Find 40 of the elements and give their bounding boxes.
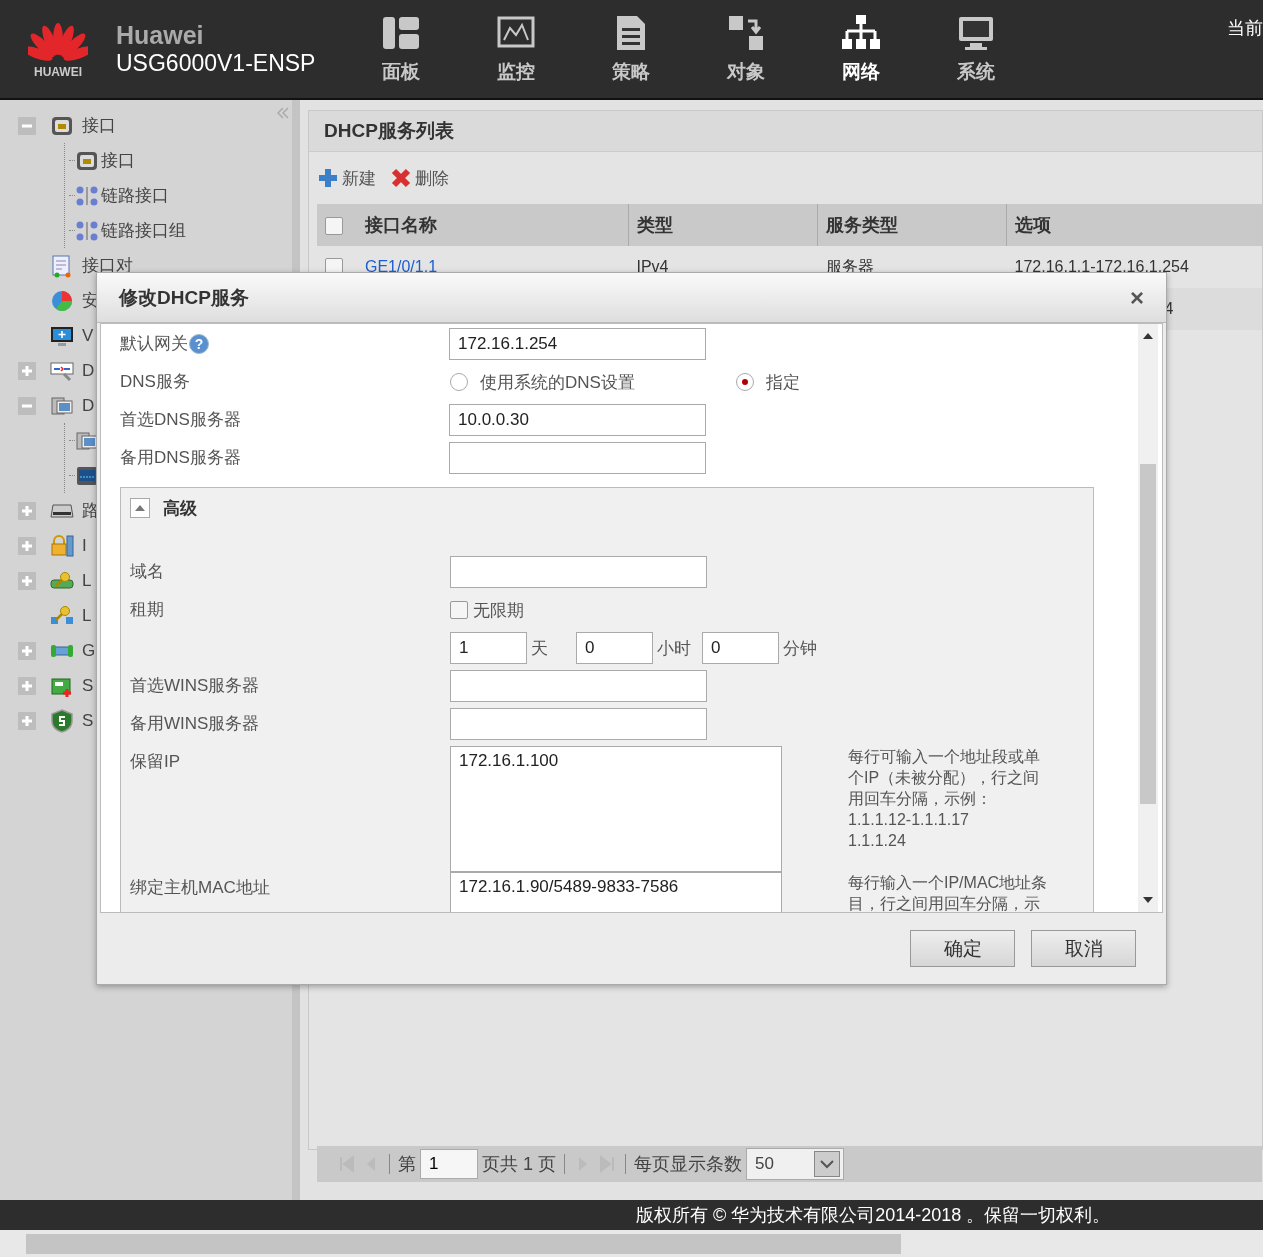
table-cell: 172.16.1.1-172.16.1.254 <box>1014 258 1189 275</box>
field-label: 绑定主机MAC地址 <box>130 877 271 899</box>
copyright-text: 版权所有 © 华为技术有限公司2014-2018 。保留一切权利。 <box>636 1204 1111 1227</box>
field-label: DNS服务 <box>120 371 191 393</box>
tree-label: G <box>82 640 96 661</box>
field-label: 租期 <box>130 599 165 621</box>
dialog-title: 修改DHCP服务 <box>119 285 249 310</box>
device-model: USG6000V1-ENSP <box>116 50 317 77</box>
field-label: 默认网关 <box>120 333 188 355</box>
tree-label: I <box>82 535 87 556</box>
tree-label: 接口对 <box>82 255 133 277</box>
table-cell: IPv4 <box>636 258 669 275</box>
tree-label: S <box>82 710 94 731</box>
unit-label: 小时 <box>657 637 692 660</box>
logo-text: HUAWEI <box>34 65 82 79</box>
pager-label: 每页显示条数 <box>634 1153 742 1176</box>
panel-title: DHCP服务列表 <box>309 111 1262 152</box>
section-title: 高级 <box>163 497 197 520</box>
tree-label: L <box>82 570 92 591</box>
tree-label: S <box>82 675 94 696</box>
tree-label: V <box>82 325 94 346</box>
tree-label: 接口 <box>82 115 116 137</box>
tree-label: D <box>82 360 95 381</box>
hint-text: 每行可输入一个地址段或单个IP（未被分配），行之间用回车分隔，示例： 1.1.1.12-1.1.1.17 1.1.1.24 <box>848 747 1041 851</box>
field-label: 备用WINS服务器 <box>130 713 260 735</box>
unit-label: 分钟 <box>783 637 818 660</box>
field-label: 首选WINS服务器 <box>130 675 260 697</box>
field-label: 保留IP <box>130 751 182 773</box>
corner-text: 当前 <box>1227 17 1263 40</box>
field-label: 域名 <box>130 561 164 583</box>
brand-name: Huawei <box>116 21 205 50</box>
pager-label: 第 <box>398 1153 416 1176</box>
field-label: 首选DNS服务器 <box>120 409 241 431</box>
tree-label: L <box>82 605 92 626</box>
pager-label: 页共 1 页 <box>482 1153 556 1176</box>
unit-label: 天 <box>531 637 549 660</box>
field-label: 备用DNS服务器 <box>120 447 241 469</box>
tree-label: 路 <box>82 500 99 522</box>
tree-label: D <box>82 395 95 416</box>
hint-text: 每行输入一个IP/MAC地址条目，行之间用回车分隔，示 <box>848 873 1049 912</box>
